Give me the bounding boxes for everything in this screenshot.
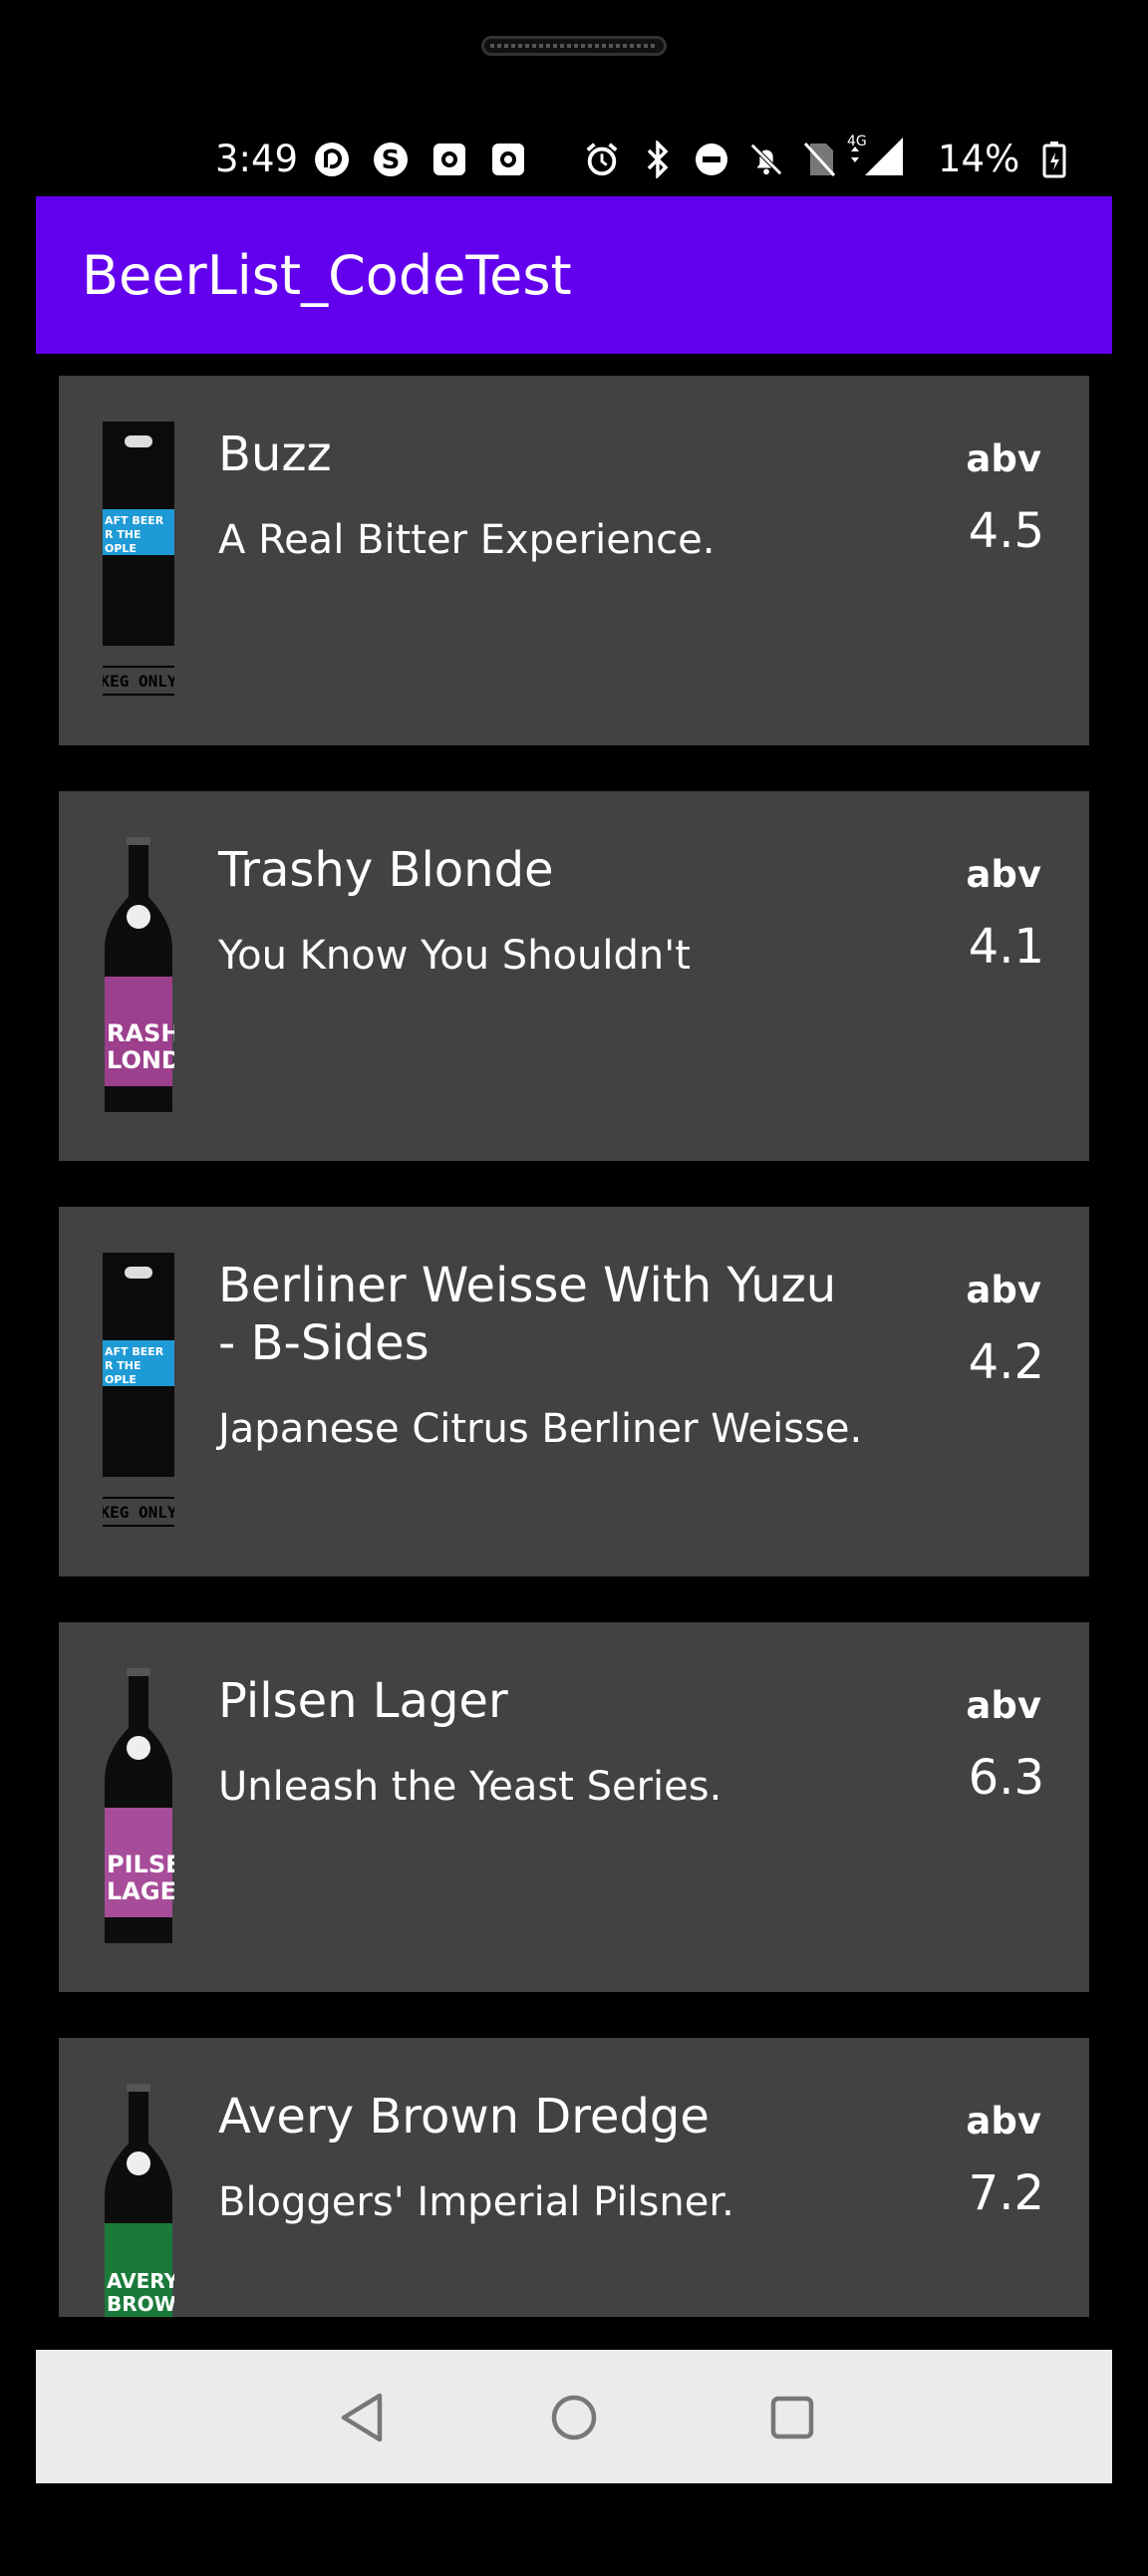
abv-value: 4.5 [968,503,1044,559]
beer-card[interactable]: AVERY BROWN DREDGE Avery Brown Dredge Bl… [59,2038,1089,2317]
beer-name: Trashy Blonde [218,842,554,898]
abv-label: abv [966,2100,1041,2143]
signal-icon: 4G [845,132,905,177]
notifications-off-icon [748,142,784,177]
svg-text:LONDE: LONDE [107,1046,174,1074]
abv-label: abv [966,1684,1041,1727]
svg-text:BROWN: BROWN [107,2292,174,2316]
beer-name: Buzz [218,427,332,482]
bluetooth-icon [640,141,676,178]
recents-icon[interactable] [760,2386,824,2449]
svg-text:S: S [382,145,401,175]
beer-name: Avery Brown Dredge [218,2089,710,2145]
dnd-icon [694,142,729,177]
no-sim-icon [801,142,837,177]
svg-text:AVERY: AVERY [107,2269,174,2293]
svg-text:R THE: R THE [105,1359,142,1372]
svg-text:OPLE: OPLE [105,1373,137,1386]
beer-tagline: Japanese Citrus Berliner Weisse. [218,1406,863,1452]
svg-text:R THE: R THE [105,528,142,541]
beer-bottle-image: RASH LONDE [105,837,174,1112]
abv-value: 4.2 [968,1334,1044,1390]
beer-list[interactable]: AFT BEER R THE OPLE KEG ONLY Buzz A Real… [36,354,1112,2317]
status-bar: 3:49 S 4G 14% [36,122,1112,196]
svg-text:OPLE: OPLE [105,542,137,555]
navigation-bar [36,2350,1112,2483]
alarm-icon [584,142,620,177]
svg-text:PILSEN: PILSEN [107,1851,174,1878]
abv-label: abv [966,1269,1041,1311]
beer-bottle-image: PILSEN LAGER [105,1668,174,1943]
svg-text:AFT BEER: AFT BEER [105,514,164,527]
beer-card[interactable]: PILSEN LAGER Pilsen Lager Unleash the Ye… [59,1622,1089,1992]
abv-value: 7.2 [968,2165,1044,2221]
camera-icon [431,142,467,177]
beer-tagline: Bloggers' Imperial Pilsner. [218,2179,734,2225]
beer-bottle-image: AVERY BROWN DREDGE [105,2084,174,2317]
abv-label: abv [966,437,1041,480]
battery-percent: 14% [938,138,1020,180]
camera-icon [490,142,526,177]
skype-icon: S [373,142,409,177]
svg-text:AFT BEER: AFT BEER [105,1345,164,1358]
beer-name: Berliner Weisse With Yuzu - B-Sides [218,1258,837,1371]
beer-keg-image: AFT BEER R THE OPLE KEG ONLY [103,1253,174,1527]
beer-tagline: Unleash the Yeast Series. [218,1764,722,1810]
status-time: 3:49 [215,138,299,180]
beer-name: Pilsen Lager [218,1673,508,1729]
beer-tagline: You Know You Shouldn't [218,933,691,979]
keg-only-text: KEG ONLY [103,1503,174,1522]
abv-value: 6.3 [968,1750,1044,1806]
beer-tagline: A Real Bitter Experience. [218,517,716,563]
phone-frame: 3:49 S 4G 14% BeerList_CodeTest AFT BEER… [0,0,1148,2576]
battery-icon [1040,142,1068,178]
beer-card[interactable]: AFT BEER R THE OPLE KEG ONLY Berliner We… [59,1207,1089,1576]
earpiece-speaker [481,36,667,56]
screen: 3:49 S 4G 14% BeerList_CodeTest AFT BEER… [36,122,1112,2483]
beer-card[interactable]: RASH LONDE Trashy Blonde You Know You Sh… [59,791,1089,1161]
network-type: 4G [847,134,867,149]
keg-only-text: KEG ONLY [103,672,174,691]
svg-text:LAGER: LAGER [107,1877,174,1905]
home-icon[interactable] [542,2386,606,2449]
svg-text:DREDGE: DREDGE [107,2314,174,2317]
app-bar: BeerList_CodeTest [36,196,1112,354]
beer-card[interactable]: AFT BEER R THE OPLE KEG ONLY Buzz A Real… [59,376,1089,745]
back-icon[interactable] [330,2386,394,2449]
abv-value: 4.1 [968,919,1044,975]
app-title: BeerList_CodeTest [82,244,572,307]
svg-text:RASH: RASH [107,1019,174,1047]
abv-label: abv [966,853,1041,896]
pocket-casts-icon [314,142,350,177]
beer-keg-image: AFT BEER R THE OPLE KEG ONLY [103,422,174,696]
